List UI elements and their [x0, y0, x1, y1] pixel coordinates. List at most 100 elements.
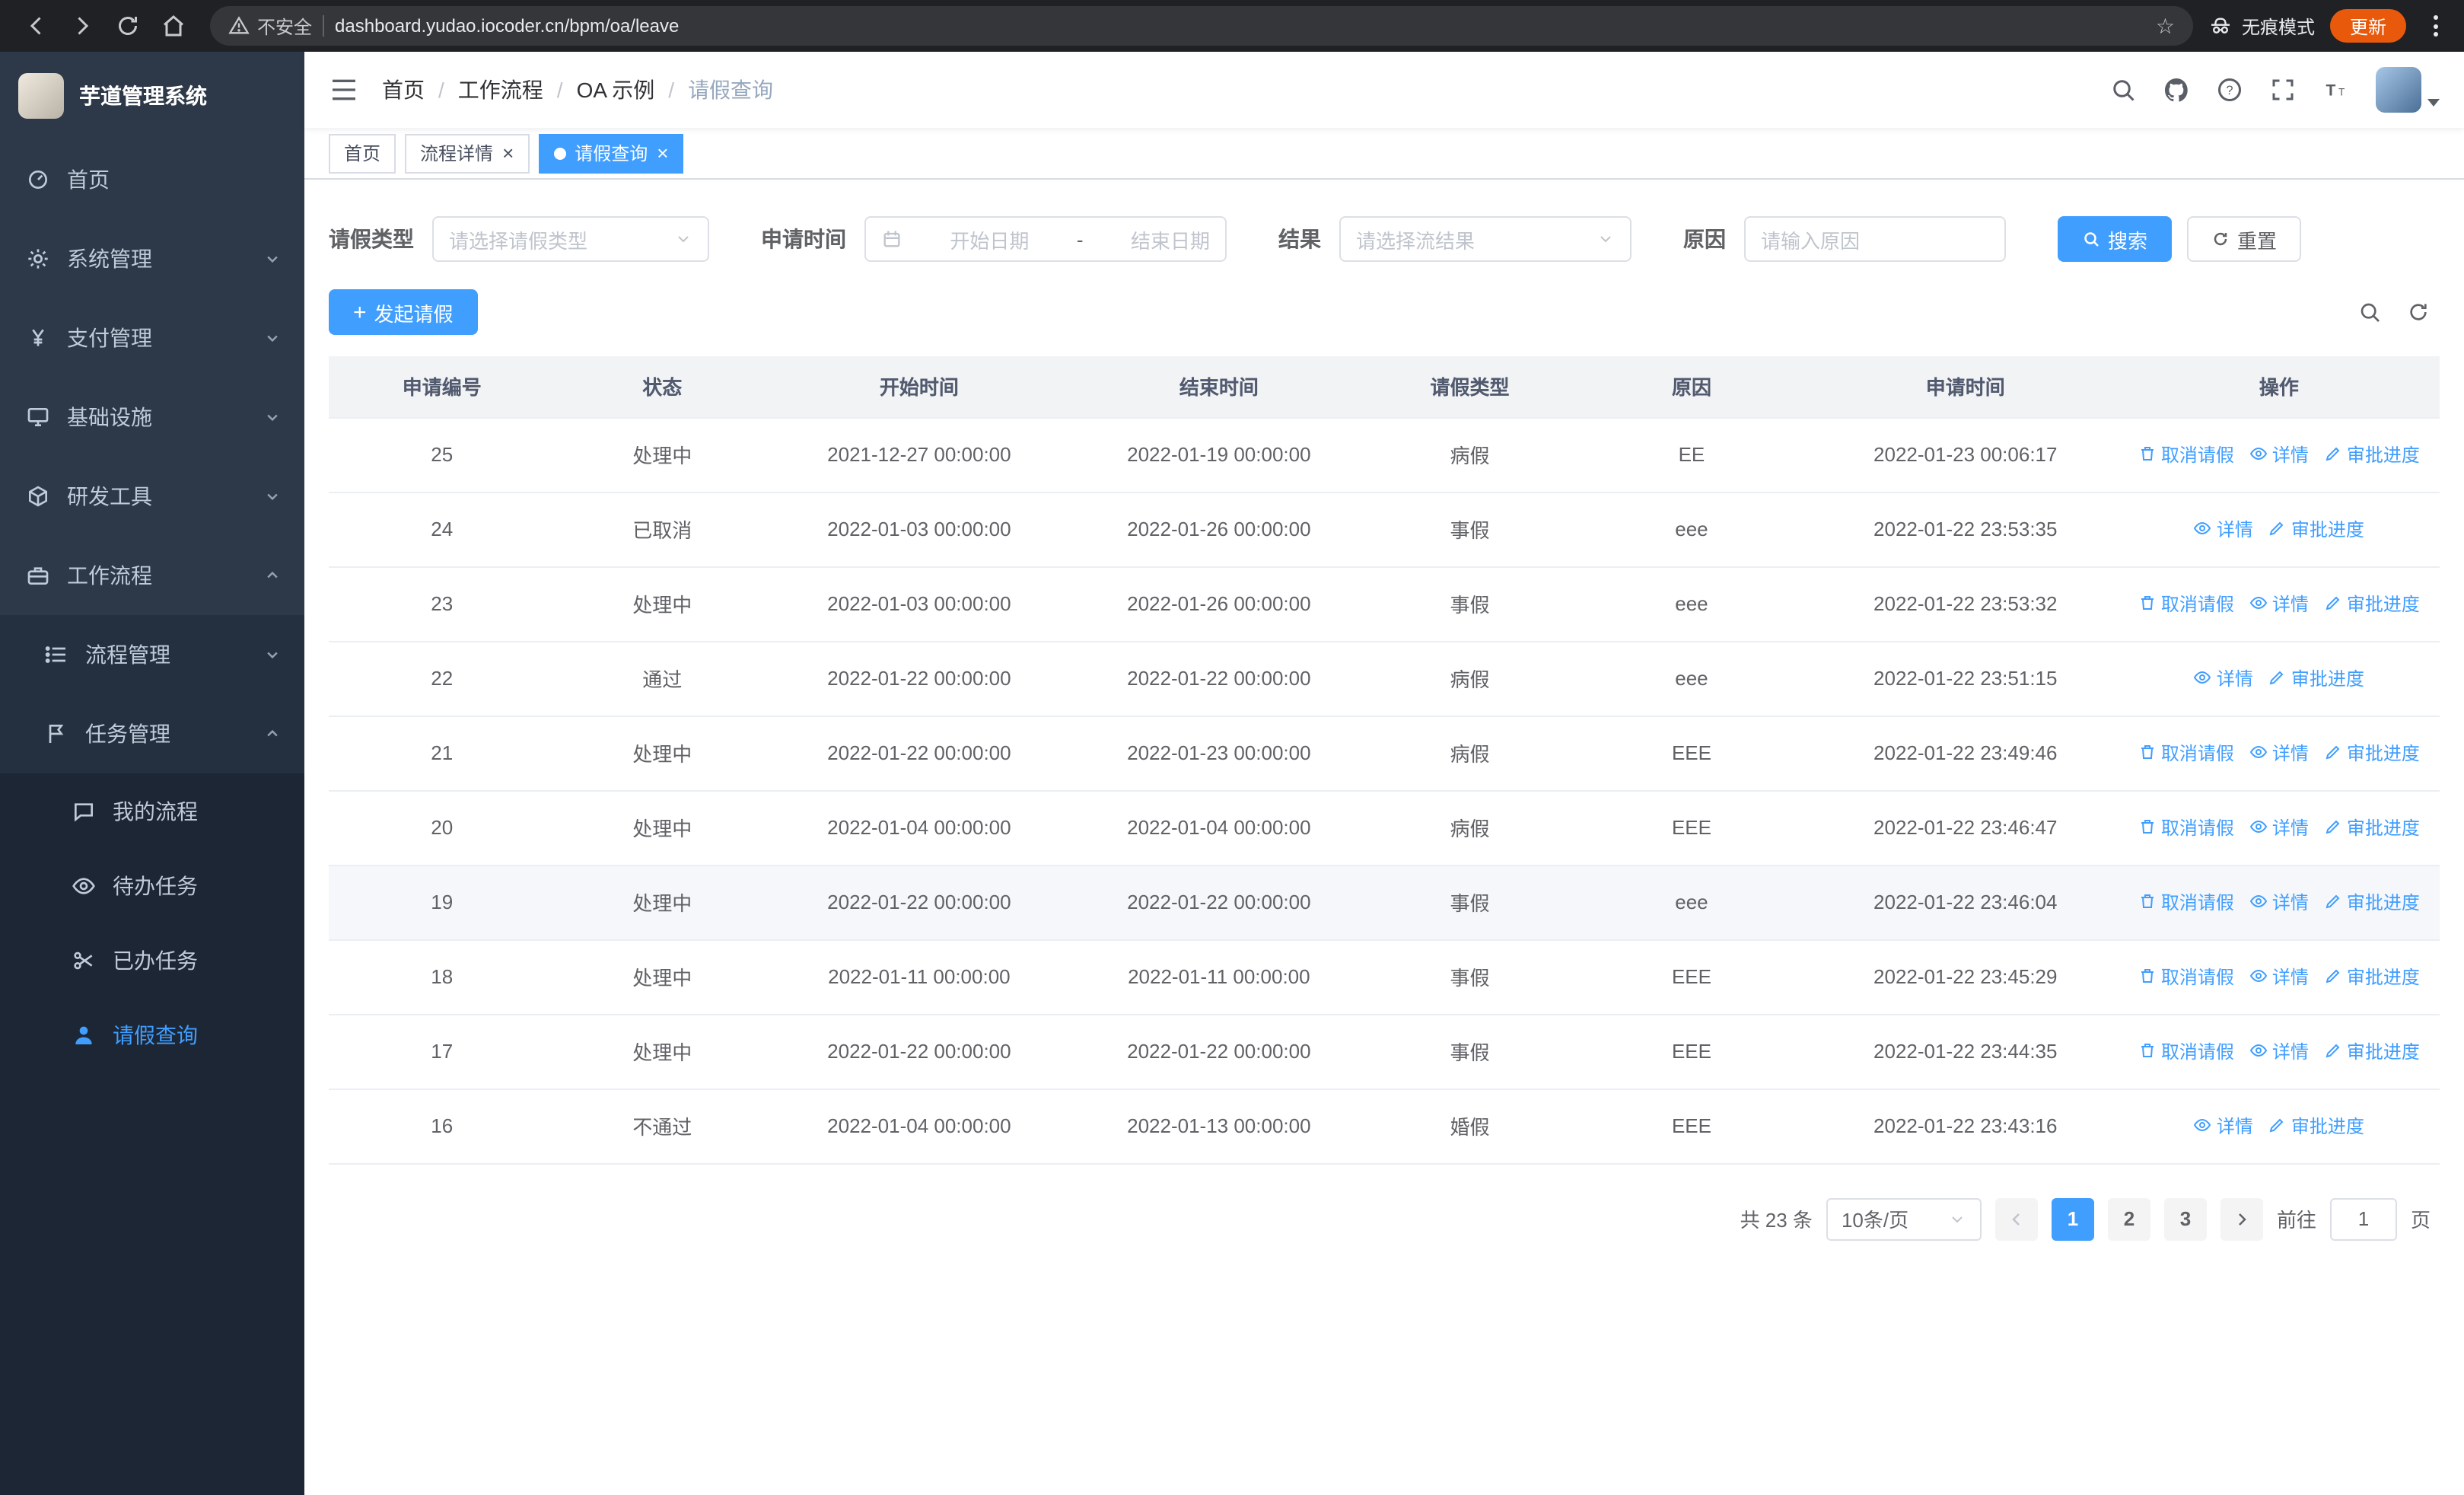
filter-reason: 原因 请输入原因: [1683, 216, 2006, 262]
row-action-detail[interactable]: 详情: [2194, 516, 2253, 542]
close-icon[interactable]: ×: [657, 143, 668, 163]
avatar[interactable]: [2376, 67, 2421, 113]
result-select[interactable]: 请选择流结果: [1339, 216, 1632, 262]
security-indicator[interactable]: 不安全: [228, 13, 312, 39]
refresh-table-icon[interactable]: [2406, 300, 2431, 324]
detail-eye-icon: [2249, 970, 2267, 983]
sidebar-item-process-mgmt[interactable]: 流程管理: [0, 615, 304, 694]
table-row[interactable]: 24 已取消 2022-01-03 00:00:00 2022-01-26 00…: [329, 492, 2440, 567]
page-goto-input[interactable]: [2329, 1197, 2397, 1240]
sidebar-item-todo-tasks[interactable]: 待办任务: [0, 848, 304, 923]
search-button[interactable]: 搜索: [2058, 216, 2173, 262]
row-action-cancel[interactable]: 取消请假: [2138, 964, 2234, 990]
sidebar-item-devtools[interactable]: 研发工具: [0, 457, 304, 536]
tab-home[interactable]: 首页: [329, 133, 396, 173]
table-row[interactable]: 20 处理中 2022-01-04 00:00:00 2022-01-04 00…: [329, 790, 2440, 865]
cell-reason: EE: [1571, 417, 1813, 492]
table-row[interactable]: 23 处理中 2022-01-03 00:00:00 2022-01-26 00…: [329, 566, 2440, 642]
row-action-cancel[interactable]: 取消请假: [2138, 441, 2234, 467]
row-action-progress[interactable]: 审批进度: [2268, 1113, 2364, 1139]
row-action-progress[interactable]: 审批进度: [2324, 591, 2420, 617]
header-search-icon[interactable]: [2109, 76, 2137, 104]
table-row[interactable]: 18 处理中 2022-01-11 00:00:00 2022-01-11 00…: [329, 939, 2440, 1015]
next-page-button[interactable]: [2220, 1197, 2263, 1240]
create-leave-button[interactable]: + 发起请假: [329, 289, 478, 335]
sidebar-item-my-process[interactable]: 我的流程: [0, 773, 304, 848]
sidebar-item-done-tasks[interactable]: 已办任务: [0, 923, 304, 997]
forward-button[interactable]: [61, 5, 103, 47]
sidebar-item-task-mgmt[interactable]: 任务管理: [0, 694, 304, 773]
row-action-detail[interactable]: 详情: [2249, 964, 2309, 990]
cell-status: 处理中: [555, 865, 769, 940]
reset-button[interactable]: 重置: [2187, 216, 2302, 262]
cell-reason: EEE: [1571, 716, 1813, 791]
toggle-search-icon[interactable]: [2357, 300, 2382, 324]
app-logo-row[interactable]: 芋道管理系统: [0, 52, 304, 140]
date-range-picker[interactable]: 开始日期 - 结束日期: [864, 216, 1227, 262]
help-icon[interactable]: ?: [2216, 76, 2243, 104]
row-action-detail[interactable]: 详情: [2249, 591, 2309, 617]
back-button[interactable]: [15, 5, 58, 47]
row-action-progress[interactable]: 审批进度: [2324, 740, 2420, 766]
sidebar-item-workflow[interactable]: 工作流程: [0, 536, 304, 615]
table-row[interactable]: 25 处理中 2021-12-27 00:00:00 2022-01-19 00…: [329, 417, 2440, 492]
row-action-cancel[interactable]: 取消请假: [2138, 814, 2234, 840]
row-action-detail[interactable]: 详情: [2194, 665, 2253, 691]
row-action-progress[interactable]: 审批进度: [2324, 814, 2420, 840]
breadcrumb-item[interactable]: OA 示例: [577, 75, 655, 105]
page-button-2[interactable]: 2: [2107, 1197, 2150, 1240]
prev-page-button[interactable]: [1994, 1197, 2038, 1240]
tab-leave-query[interactable]: 请假查询 ×: [538, 133, 684, 173]
cell-leave-type: 事假: [1368, 1014, 1571, 1089]
navbar-right-cluster: ? TT: [2109, 67, 2440, 113]
table-row[interactable]: 17 处理中 2022-01-22 00:00:00 2022-01-22 00…: [329, 1014, 2440, 1089]
row-action-detail[interactable]: 详情: [2249, 814, 2309, 840]
table-row[interactable]: 19 处理中 2022-01-22 00:00:00 2022-01-22 00…: [329, 865, 2440, 940]
table-row[interactable]: 21 处理中 2022-01-22 00:00:00 2022-01-23 00…: [329, 716, 2440, 791]
sidebar-item-payment[interactable]: 支付管理: [0, 298, 304, 378]
sidebar-item-leave-query[interactable]: 请假查询: [0, 997, 304, 1072]
row-action-detail[interactable]: 详情: [2249, 889, 2309, 915]
page-size-select[interactable]: 10条/页: [1826, 1197, 1982, 1240]
reason-input[interactable]: 请输入原因: [1744, 216, 2006, 262]
row-action-cancel[interactable]: 取消请假: [2138, 591, 2234, 617]
hamburger-icon[interactable]: [329, 75, 359, 105]
row-action-progress[interactable]: 审批进度: [2324, 1038, 2420, 1064]
row-action-progress[interactable]: 审批进度: [2268, 665, 2364, 691]
page-button-3[interactable]: 3: [2163, 1197, 2207, 1240]
font-size-icon[interactable]: TT: [2322, 76, 2350, 104]
tab-process-detail[interactable]: 流程详情 ×: [405, 133, 530, 173]
row-action-cancel[interactable]: 取消请假: [2138, 1038, 2234, 1064]
row-action-cancel[interactable]: 取消请假: [2138, 740, 2234, 766]
row-action-progress[interactable]: 审批进度: [2324, 889, 2420, 915]
row-action-detail[interactable]: 详情: [2249, 1038, 2309, 1064]
row-action-progress[interactable]: 审批进度: [2324, 441, 2420, 467]
address-bar[interactable]: 不安全 dashboard.yudao.iocoder.cn/bpm/oa/le…: [210, 6, 2193, 46]
close-icon[interactable]: ×: [502, 143, 514, 163]
github-icon[interactable]: [2163, 76, 2190, 104]
breadcrumb-item[interactable]: 工作流程: [458, 75, 543, 105]
breadcrumb-item[interactable]: 首页: [382, 75, 425, 105]
row-action-detail[interactable]: 详情: [2249, 441, 2309, 467]
row-action-detail[interactable]: 详情: [2249, 740, 2309, 766]
user-menu[interactable]: [2376, 67, 2440, 113]
cell-apply-id: 23: [329, 566, 556, 642]
row-action-progress[interactable]: 审批进度: [2268, 516, 2364, 542]
sidebar-item-home[interactable]: 首页: [0, 140, 304, 219]
row-action-cancel[interactable]: 取消请假: [2138, 889, 2234, 915]
chrome-update-button[interactable]: 更新: [2329, 9, 2406, 43]
leave-type-select[interactable]: 请选择请假类型: [432, 216, 709, 262]
fullscreen-icon[interactable]: [2269, 76, 2297, 104]
sidebar-item-infra[interactable]: 基础设施: [0, 378, 304, 457]
sidebar-item-system[interactable]: 系统管理: [0, 219, 304, 298]
page-button-1[interactable]: 1: [2051, 1197, 2094, 1240]
row-action-detail[interactable]: 详情: [2194, 1113, 2253, 1139]
cell-leave-type: 事假: [1368, 865, 1571, 940]
table-row[interactable]: 22 通过 2022-01-22 00:00:00 2022-01-22 00:…: [329, 641, 2440, 716]
reload-button[interactable]: [107, 5, 149, 47]
browser-menu-icon[interactable]: [2421, 15, 2449, 37]
home-button[interactable]: [152, 5, 195, 47]
bookmark-star-icon[interactable]: ☆: [2156, 13, 2175, 39]
row-action-progress[interactable]: 审批进度: [2324, 964, 2420, 990]
table-row[interactable]: 16 不通过 2022-01-04 00:00:00 2022-01-13 00…: [329, 1089, 2440, 1164]
